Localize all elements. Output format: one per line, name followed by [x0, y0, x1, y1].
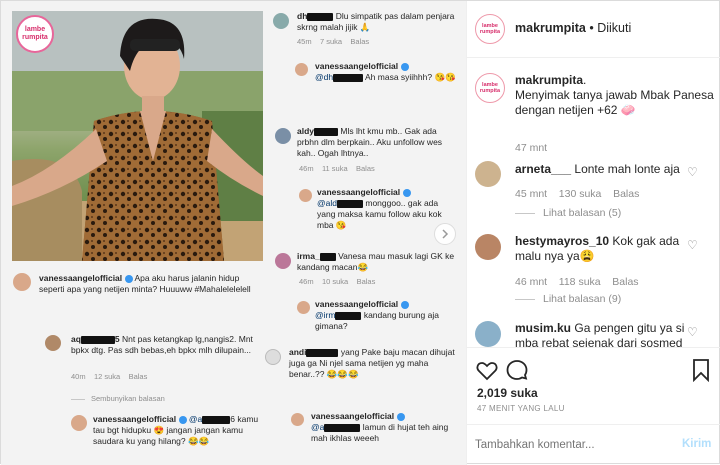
- reply-link[interactable]: Balas: [612, 276, 638, 288]
- send-button[interactable]: Kirim: [682, 438, 711, 450]
- redaction-bar: [324, 423, 361, 432]
- comment-meta: 46m 10 suka Balas: [299, 277, 376, 286]
- comment-item-clip: musim.ku Ga pengen gitu ya si mba rebat …: [515, 321, 695, 347]
- chevron-right-icon: [442, 229, 449, 239]
- reply-vanessa: vanessaangelofficial @a lamun di hujat t…: [311, 411, 449, 443]
- comment-aldy: aldy Mls lht kmu mb.. Gak ada prbhn dlm …: [297, 126, 443, 158]
- redaction-bar: [307, 12, 334, 21]
- view-replies[interactable]: Lihat balasan (5): [515, 207, 621, 219]
- commenter-avatar: [275, 128, 291, 144]
- like-comment-button[interactable]: ♡: [687, 165, 698, 179]
- like-comment-button[interactable]: ♡: [687, 238, 698, 252]
- reply-link[interactable]: Balas: [350, 37, 369, 46]
- comment-item: hestymayros_10 Kok gak ada malu nya ya😩: [515, 234, 680, 263]
- commenter-avatar: [265, 349, 281, 365]
- comment-icon[interactable]: [505, 358, 529, 382]
- comment-item: musim.ku Ga pengen gitu ya si mba rebat …: [515, 321, 685, 347]
- commenter-avatar: [275, 253, 291, 269]
- follow-status[interactable]: Diikuti: [597, 21, 631, 35]
- vanessa-avatar: [13, 273, 31, 291]
- comment-meta: 45m 7 suka Balas: [297, 37, 370, 46]
- comment-aq: aq 5 Nnt pas ketangkap lg,nangis2. Mnt bp…: [71, 334, 253, 355]
- reply-link[interactable]: Balas: [129, 372, 148, 381]
- next-arrow-button[interactable]: [434, 223, 456, 245]
- rumpita-logo: lambe rumpita: [16, 15, 54, 53]
- redaction-bar: [80, 335, 115, 344]
- post-window: lambe rumpita vanessaangelofficial Apa a…: [0, 0, 720, 465]
- view-replies[interactable]: Lihat balasan (9): [515, 293, 621, 305]
- reply-link[interactable]: Balas: [356, 164, 375, 173]
- redaction-bar: [314, 127, 339, 136]
- hide-replies[interactable]: Sembunyikan balasan: [71, 394, 165, 403]
- verified-icon: [400, 62, 409, 71]
- comment-meta: 46 mnt 118 suka Balas: [515, 276, 639, 288]
- vanessa-reply-avatar: [71, 415, 87, 431]
- caption-avatar[interactable]: lambe rumpita: [475, 73, 505, 103]
- redaction-bar: [306, 348, 339, 357]
- commenter-avatar: [273, 13, 289, 29]
- commenter-avatar[interactable]: [475, 161, 501, 187]
- reply-vanessa: vanessaangelofficial @ald monggoo.. gak …: [317, 187, 442, 230]
- redaction-bar: [202, 415, 231, 424]
- photo-caption: vanessaangelofficial Apa aku harus jalan…: [39, 273, 251, 294]
- comment-meta: 45 mnt 130 suka Balas: [515, 188, 640, 200]
- add-comment-bar: Kirim: [467, 424, 720, 465]
- comment-input[interactable]: [475, 435, 665, 455]
- redaction-bar: [319, 252, 336, 261]
- vanessa-reply-avatar: [291, 413, 304, 426]
- post-header: lambe rumpita makrumpita • Diikuti: [467, 1, 720, 58]
- post-photo: lambe rumpita: [12, 11, 263, 261]
- heart-icon[interactable]: [475, 358, 499, 382]
- vanessa-reply-avatar: [295, 63, 308, 76]
- header-username[interactable]: makrumpita: [515, 21, 586, 35]
- comment-username[interactable]: hestymayros_10: [515, 234, 609, 248]
- comment-username[interactable]: musim.ku: [515, 321, 571, 335]
- verified-icon: [178, 415, 187, 424]
- redaction-bar: [335, 311, 362, 320]
- reply-link[interactable]: Balas: [613, 188, 639, 200]
- woman-photo: [12, 11, 263, 261]
- reply-vanessa: vanessaangelofficial @a 6 kamu tau bgt hi…: [93, 414, 259, 446]
- comment-dh: dh Dlu simpatik pas dalam penjara skrng …: [297, 11, 455, 32]
- post-sidebar: lambe rumpita makrumpita • Diikuti lambe…: [467, 1, 720, 465]
- comment-item: arneta___ Lonte mah lonte aja: [515, 162, 680, 176]
- post-media[interactable]: lambe rumpita vanessaangelofficial Apa a…: [1, 1, 467, 465]
- commenter-avatar[interactable]: [475, 321, 501, 347]
- comment-username[interactable]: arneta___: [515, 162, 571, 176]
- redaction-bar: [333, 73, 364, 82]
- bookmark-icon[interactable]: [689, 358, 713, 382]
- verified-icon: [402, 188, 411, 197]
- post-caption: makrumpita. Menyimak tanya jawab Mbak Pa…: [515, 73, 714, 117]
- header-user: makrumpita • Diikuti: [515, 21, 632, 35]
- redaction-bar: [336, 199, 363, 208]
- commenter-avatar[interactable]: [475, 234, 501, 260]
- vanessa-reply-avatar: [297, 301, 310, 314]
- profile-avatar[interactable]: lambe rumpita: [475, 14, 505, 44]
- caption-time: 47 mnt: [515, 142, 548, 154]
- comment-meta: 46m 11 suka Balas: [299, 164, 375, 173]
- comment-irma: irma_ Vanesa mau masuk lagi GK ke kandan…: [297, 251, 455, 272]
- comment-andi: andi yang Pake baju macan dihujat juga g…: [289, 347, 455, 379]
- caption-username[interactable]: makrumpita: [515, 73, 583, 87]
- verified-icon: [400, 300, 409, 309]
- reply-vanessa: vanessaangelofficial @irm kandang burung…: [315, 299, 439, 331]
- reply-link[interactable]: Balas: [357, 277, 376, 286]
- post-time: 47 MENIT YANG LALU: [477, 404, 565, 413]
- vanessa-reply-avatar: [299, 189, 312, 202]
- like-count[interactable]: 2,019 suka: [477, 386, 538, 401]
- reply-vanessa: vanessaangelofficial @dh Ah masa syiihhh…: [315, 61, 456, 82]
- commenter-avatar: [45, 335, 61, 351]
- comment-meta: 40m 12 suka Balas: [71, 372, 148, 381]
- verified-icon: [396, 412, 405, 421]
- like-comment-button[interactable]: ♡: [687, 325, 698, 339]
- verified-icon: [124, 274, 133, 283]
